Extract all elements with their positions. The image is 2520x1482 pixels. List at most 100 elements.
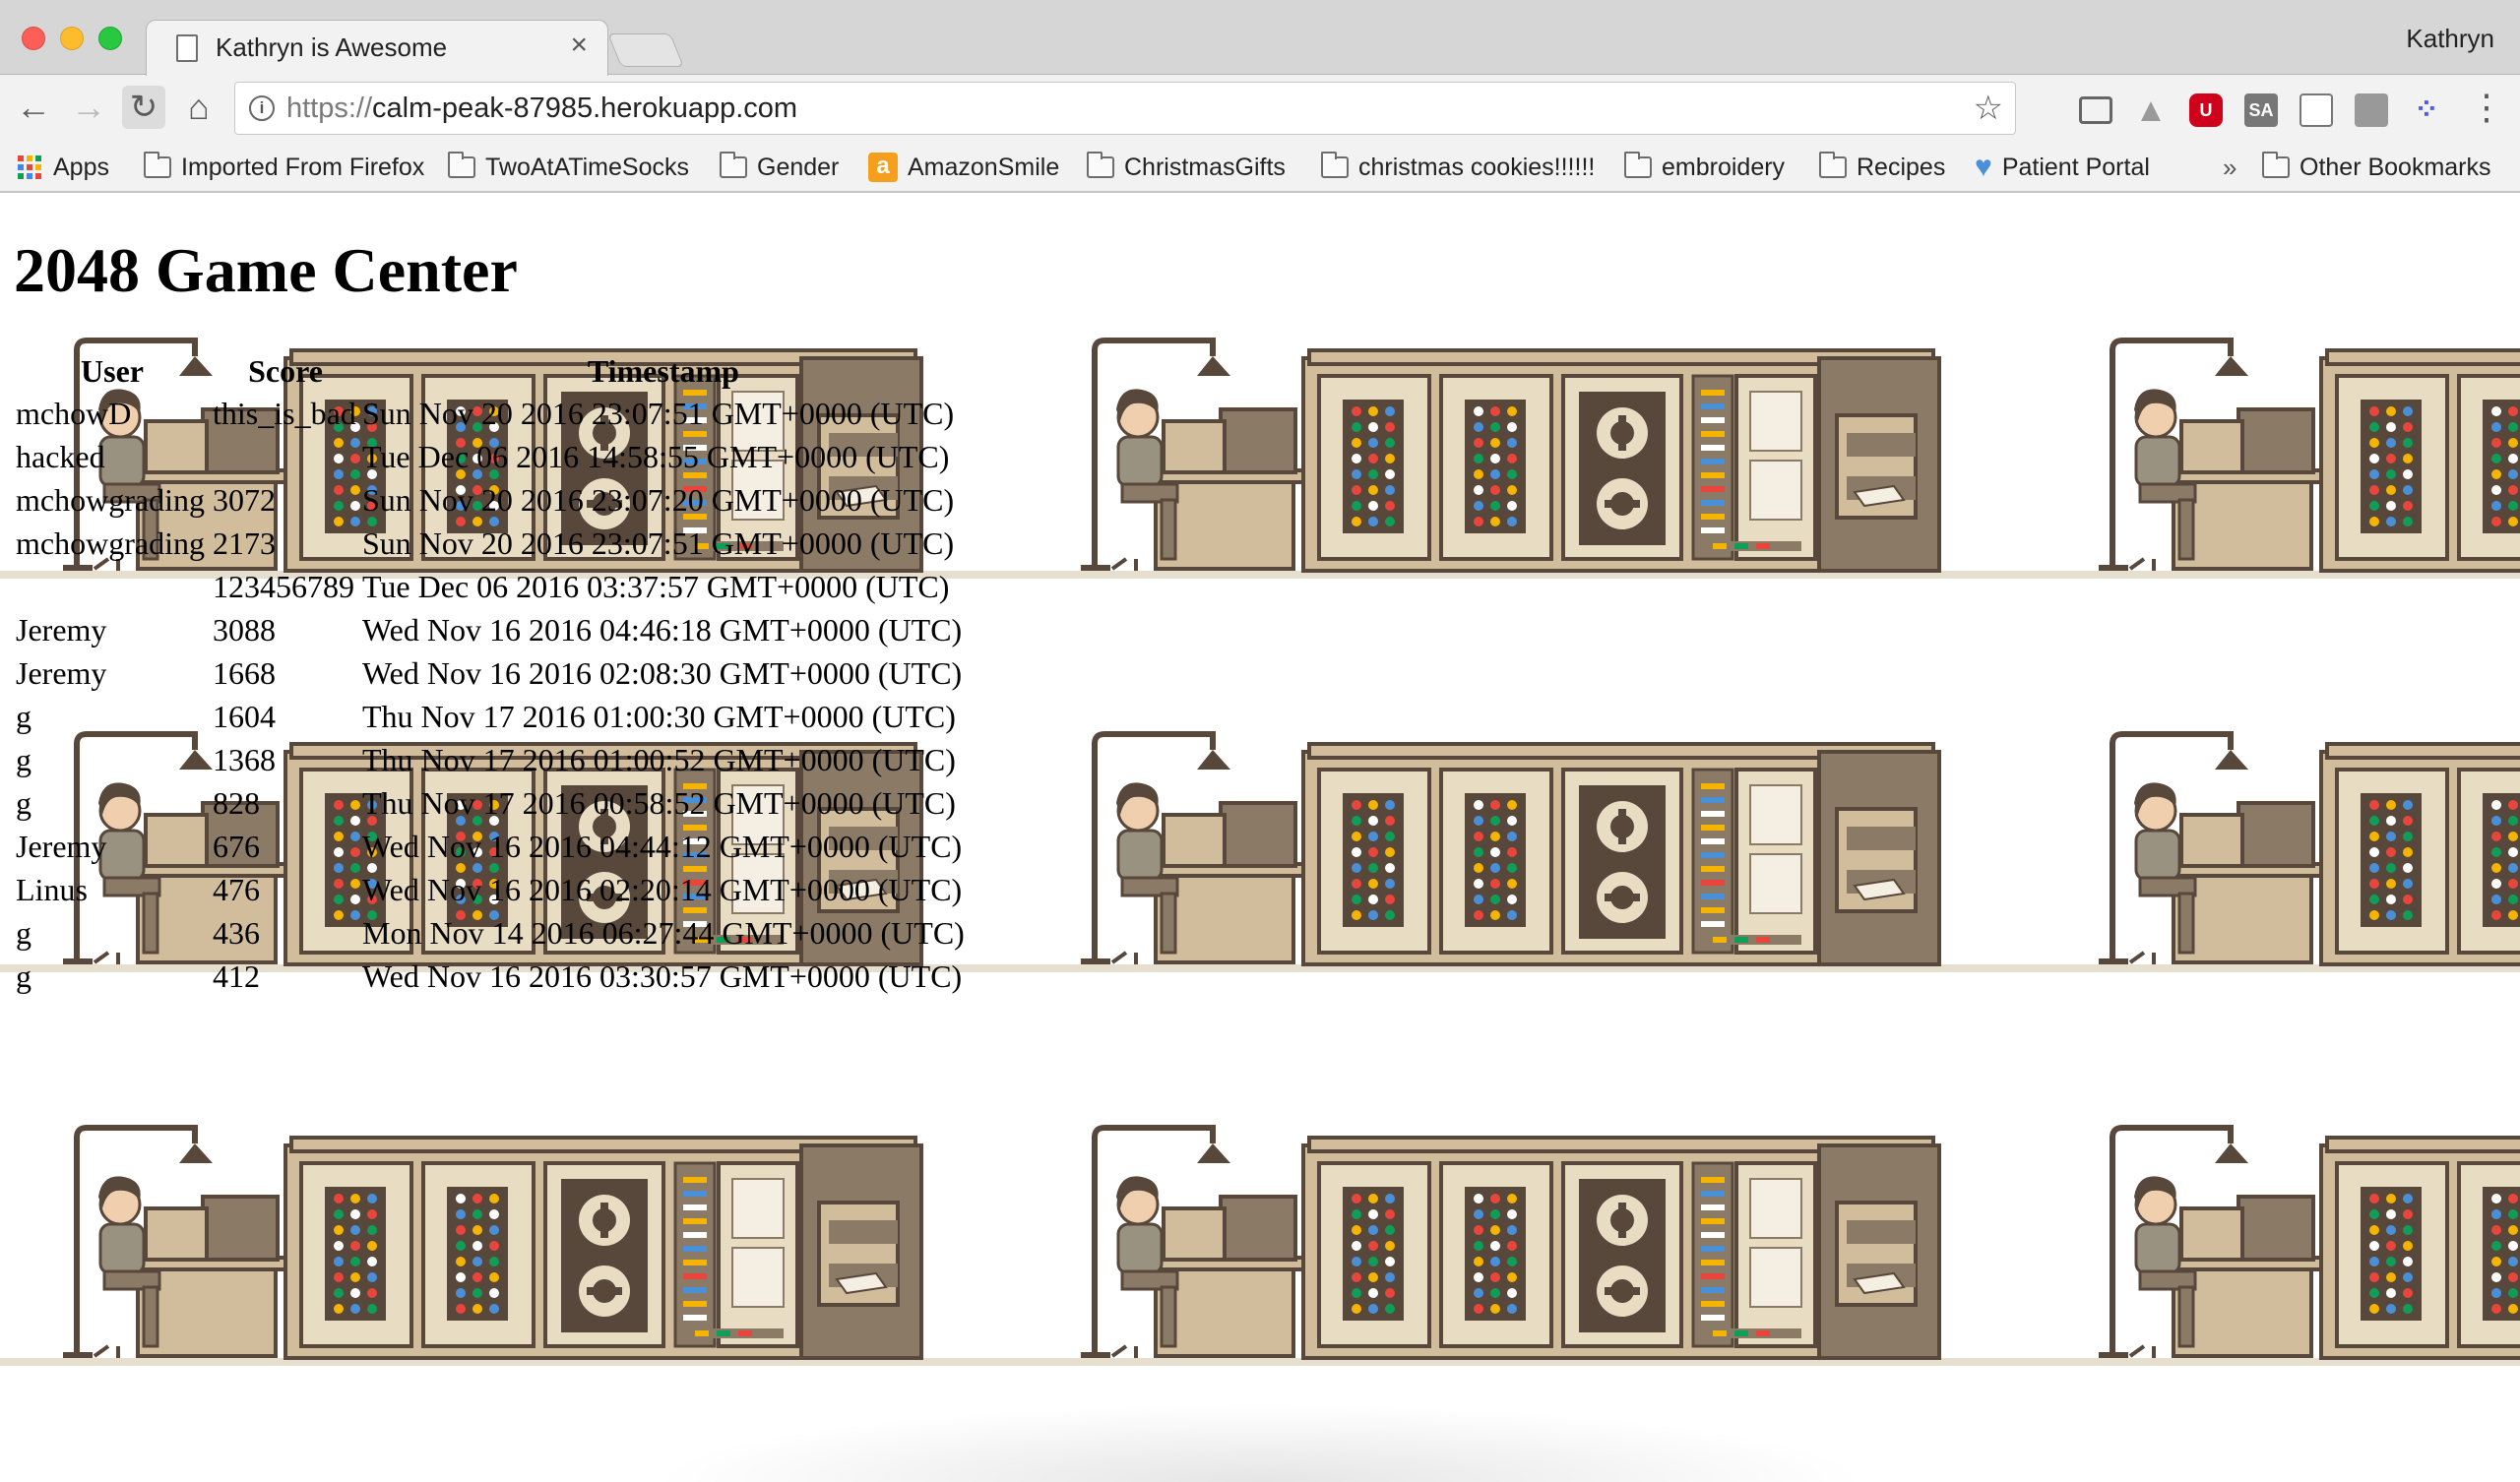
browser-tab-active[interactable]: Kathryn is Awesome ×: [146, 20, 608, 76]
cell-user: mchowgrading: [16, 525, 205, 561]
profile-name[interactable]: Kathryn: [2406, 24, 2494, 54]
cell-timestamp: Wed Nov 16 2016 02:08:30 GMT+0000 (UTC): [362, 654, 963, 691]
address-bar[interactable]: i https://calm-peak-87985.herokuapp.com …: [234, 82, 2016, 135]
bookmark-label: embroidery: [1662, 153, 1786, 181]
computer-lab-scene: [1018, 338, 2036, 579]
table-row: Linus 476 Wed Nov 16 2016 02:20:14 GMT+000…: [14, 868, 967, 911]
bookmark-apps[interactable]: Apps: [18, 150, 109, 185]
drive-icon[interactable]: ▲: [2134, 93, 2168, 127]
bookmark-amazonsmile[interactable]: a AmazonSmile: [868, 150, 1059, 185]
sa-extension-icon[interactable]: SA: [2244, 93, 2278, 127]
cell-score: 436: [213, 914, 260, 951]
cell-timestamp: Sun Nov 20 2016 23:07:20 GMT+0000 (UTC): [362, 481, 955, 518]
dots-extension-icon[interactable]: ⁘: [2410, 93, 2443, 127]
cell-user: g: [16, 741, 32, 777]
tab-close-icon[interactable]: ×: [570, 31, 588, 60]
info-icon[interactable]: i: [249, 95, 275, 121]
bookmark-embroidery[interactable]: embroidery: [1624, 150, 1785, 185]
cell-user: g: [16, 957, 32, 994]
url-scheme: https://: [286, 93, 373, 124]
table-row: Jeremy 1668 Wed Nov 16 2016 02:08:30 GMT+0…: [14, 651, 967, 695]
table-row: Jeremy 3088 Wed Nov 16 2016 04:46:18 GMT+0…: [14, 608, 967, 651]
table-row: g 1368 Thu Nov 17 2016 01:00:52 GMT+0000 (…: [14, 738, 967, 781]
table-row: mchowgrading 2173 Sun Nov 20 2016 23:07:51…: [14, 522, 967, 565]
computer-lab-scene: [2036, 1125, 2520, 1366]
window-minimize-button[interactable]: [60, 27, 84, 50]
cell-timestamp: Tue Dec 06 2016 03:37:57 GMT+0000 (UTC): [362, 568, 950, 604]
bookmarks-overflow-chevron[interactable]: »: [2223, 150, 2236, 185]
table-row: Jeremy 676 Wed Nov 16 2016 04:44:12 GMT+00…: [14, 825, 967, 868]
reload-button[interactable]: ↻: [122, 86, 165, 129]
column-header-timestamp: Timestamp: [587, 352, 739, 389]
bookmark-star-icon[interactable]: ☆: [1974, 89, 2003, 128]
cell-user: mchowgrading: [16, 481, 205, 518]
cell-user: g: [16, 784, 32, 821]
bookmark-label: Other Bookmarks: [2300, 153, 2491, 181]
cell-timestamp: Tue Dec 06 2016 14:58:55 GMT+0000 (UTC): [362, 438, 950, 474]
table-row: mchowgrading 3072 Sun Nov 20 2016 23:07:20…: [14, 478, 967, 522]
bottom-shadow: [650, 1403, 1870, 1482]
cell-user: Jeremy: [16, 611, 107, 648]
bookmark-other[interactable]: Other Bookmarks: [2262, 150, 2491, 185]
folder-icon: [720, 152, 747, 178]
browser-menu-icon[interactable]: ⋮: [2469, 88, 2504, 127]
cell-timestamp: Wed Nov 16 2016 02:20:14 GMT+0000 (UTC): [362, 871, 963, 907]
cell-timestamp: Mon Nov 14 2016 06:27:44 GMT+0000 (UTC): [362, 914, 965, 951]
document-extension-icon[interactable]: [2300, 93, 2333, 127]
illustration-tile: [2036, 193, 2520, 587]
url-text[interactable]: https://calm-peak-87985.herokuapp.com: [286, 93, 797, 125]
table-row: g 1604 Thu Nov 17 2016 01:00:30 GMT+0000 (…: [14, 695, 967, 738]
bookmark-label: christmas cookies!!!!!!: [1358, 153, 1596, 181]
cell-timestamp: Wed Nov 16 2016 04:46:18 GMT+0000 (UTC): [362, 611, 963, 648]
folder-icon: [1087, 152, 1114, 178]
table-row: 123456789 Tue Dec 06 2016 03:37:57 GMT+00…: [14, 565, 967, 608]
bookmark-gender[interactable]: Gender: [720, 150, 839, 185]
cell-timestamp: Thu Nov 17 2016 01:00:52 GMT+0000 (UTC): [362, 741, 956, 777]
ublock-icon[interactable]: U: [2189, 93, 2223, 127]
scores-table: User Score Timestamp mchowD this_is_bad Su…: [14, 350, 967, 998]
cell-user: hacked: [16, 438, 105, 474]
bookmarks-bar: Apps Imported From Firefox TwoAtATimeSoc…: [0, 146, 2520, 191]
bookmark-label: TwoAtATimeSocks: [485, 153, 689, 181]
window-maximize-button[interactable]: [98, 27, 122, 50]
bookmark-christmas-gifts[interactable]: ChristmasGifts: [1087, 150, 1286, 185]
cell-user: g: [16, 914, 32, 951]
bookmark-imported[interactable]: Imported From Firefox: [144, 150, 424, 185]
folder-icon: [2262, 152, 2290, 178]
table-row: g 412 Wed Nov 16 2016 03:30:57 GMT+0000 (U…: [14, 955, 967, 998]
cell-user: Jeremy: [16, 828, 107, 864]
image-extension-icon[interactable]: [2355, 93, 2388, 127]
illustration-tile: [0, 980, 1018, 1374]
computer-lab-scene: [1018, 731, 2036, 972]
cell-user: g: [16, 698, 32, 734]
cell-score: 676: [213, 828, 260, 864]
forward-button[interactable]: →: [67, 86, 110, 129]
new-tab-button[interactable]: [607, 33, 684, 67]
computer-lab-scene: [0, 1125, 1018, 1366]
bookmark-label: Apps: [53, 153, 109, 181]
cell-timestamp: Wed Nov 16 2016 04:44:12 GMT+0000 (UTC): [362, 828, 963, 864]
page-title: 2048 Game Center: [14, 235, 518, 305]
table-row: g 436 Mon Nov 14 2016 06:27:44 GMT+0000 (U…: [14, 911, 967, 955]
scores-table-body: mchowD this_is_bad Sun Nov 20 2016 23:07:5…: [14, 392, 967, 998]
page-content: 2048 Game Center User Score Timestamp mc…: [0, 193, 2520, 1482]
bookmark-patient-portal[interactable]: ♥ Patient Portal: [1975, 150, 2150, 185]
illustration-tile: [2036, 587, 2520, 980]
illustration-tile: [1018, 980, 2036, 1374]
bookmark-recipes[interactable]: Recipes: [1819, 150, 1945, 185]
bookmark-socks[interactable]: TwoAtATimeSocks: [448, 150, 689, 185]
cell-timestamp: Wed Nov 16 2016 03:30:57 GMT+0000 (UTC): [362, 957, 963, 994]
bookmark-label: AmazonSmile: [908, 153, 1060, 181]
illustration-tile: [1018, 587, 2036, 980]
computer-lab-scene: [2036, 731, 2520, 972]
back-button[interactable]: ←: [12, 86, 55, 129]
apps-icon: [18, 155, 41, 179]
cast-icon[interactable]: [2079, 96, 2112, 124]
heart-icon: ♥: [1975, 151, 1992, 183]
home-button[interactable]: ⌂: [177, 86, 220, 129]
window-close-button[interactable]: [22, 27, 45, 50]
bookmark-christmas-cookies[interactable]: christmas cookies!!!!!!: [1321, 150, 1595, 185]
illustration-tile: [1018, 193, 2036, 587]
cell-score: 2173: [213, 525, 276, 561]
cell-score: 3088: [213, 611, 276, 648]
